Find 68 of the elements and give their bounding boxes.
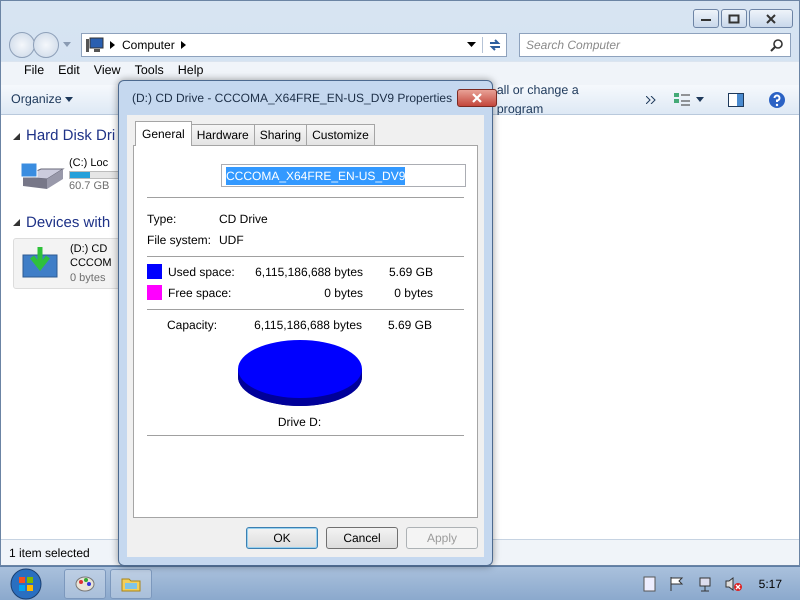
capacity-size: 5.69 GB bbox=[386, 316, 432, 334]
collapse-arrow-icon[interactable] bbox=[13, 219, 20, 226]
computer-icon bbox=[86, 37, 104, 53]
preview-pane-icon[interactable] bbox=[728, 92, 744, 106]
group-header[interactable]: Devices with bbox=[26, 212, 110, 234]
network-icon[interactable] bbox=[696, 576, 713, 592]
flag-icon[interactable] bbox=[668, 576, 685, 592]
tab[interactable]: Sharing bbox=[254, 124, 308, 145]
breadcrumb-arrow-icon[interactable] bbox=[180, 41, 187, 49]
drive-name: (D:) CD bbox=[70, 242, 108, 256]
space-label: Used space: bbox=[168, 264, 236, 280]
breadcrumb-item[interactable]: Computer bbox=[122, 36, 175, 54]
folder-icon bbox=[121, 576, 141, 592]
dialog-title: (D:) CD Drive - CCCOMA_X64FRE_EN-US_DV9 Properties bbox=[132, 90, 452, 107]
maximize-button[interactable] bbox=[721, 9, 747, 28]
group-header[interactable]: Hard Disk Dri bbox=[26, 125, 116, 148]
collapse-arrow-icon[interactable] bbox=[13, 132, 20, 140]
maximize-icon bbox=[728, 14, 740, 24]
toolbar-command[interactable]: all or change a program bbox=[496, 80, 628, 118]
dropdown-arrow-icon[interactable] bbox=[467, 42, 476, 48]
menu-item[interactable]: Tools bbox=[128, 63, 171, 78]
address-bar[interactable]: Computer bbox=[81, 33, 507, 57]
close-icon bbox=[471, 93, 484, 103]
property-label: File system: bbox=[147, 232, 212, 248]
organize-menu[interactable]: Organize bbox=[11, 90, 73, 109]
space-size: 0 bytes bbox=[393, 284, 433, 302]
dropdown-arrow-icon[interactable] bbox=[696, 97, 704, 102]
drive-label: Drive D: bbox=[278, 414, 322, 431]
property-value: UDF bbox=[219, 232, 244, 248]
capacity-bytes: 6,115,186,688 bytes bbox=[253, 316, 362, 334]
help-icon[interactable] bbox=[768, 90, 786, 108]
dialog-button[interactable]: Cancel bbox=[326, 527, 398, 549]
status-text: 1 item selected bbox=[9, 544, 90, 562]
search-field[interactable]: Search Computer bbox=[519, 33, 791, 57]
drive-size: 60.7 GB bbox=[69, 178, 110, 193]
property-value: CD Drive bbox=[219, 210, 268, 228]
drive-name: (C:) Loc bbox=[69, 156, 110, 170]
space-bytes: 6,115,186,688 bytes bbox=[254, 264, 363, 280]
tab[interactable]: Hardware bbox=[190, 124, 255, 145]
menu-item[interactable]: Edit bbox=[51, 63, 87, 78]
palette-icon bbox=[75, 574, 95, 592]
space-label: Free space: bbox=[168, 284, 232, 302]
space-bytes: 0 bytes bbox=[323, 284, 363, 302]
caret-icon bbox=[64, 97, 73, 102]
space-size: 5.69 GB bbox=[388, 264, 433, 280]
tab[interactable]: General bbox=[135, 121, 192, 146]
close-button[interactable] bbox=[749, 9, 793, 28]
search-icon[interactable] bbox=[770, 38, 784, 52]
paint-taskbar-button[interactable] bbox=[64, 568, 106, 598]
muted-speaker-icon[interactable] bbox=[724, 576, 743, 592]
minimize-button[interactable] bbox=[693, 9, 719, 28]
breadcrumb-arrow-icon[interactable] bbox=[110, 41, 116, 49]
more-commands-icon[interactable] bbox=[646, 96, 656, 104]
drive-label: CCCOM bbox=[70, 256, 112, 271]
clock-text[interactable]: 5:17 bbox=[758, 574, 782, 592]
capacity-label: Capacity: bbox=[167, 316, 218, 334]
document-tray-icon[interactable] bbox=[642, 576, 657, 592]
menu-item[interactable]: Help bbox=[170, 63, 210, 78]
refresh-icon[interactable] bbox=[482, 37, 502, 53]
menu-item[interactable]: View bbox=[86, 63, 128, 78]
property-label: Type: bbox=[147, 210, 178, 228]
tab[interactable]: Customize bbox=[306, 124, 375, 145]
dialog-button[interactable]: OK bbox=[246, 527, 318, 549]
close-button[interactable] bbox=[457, 89, 498, 107]
view-options-icon[interactable] bbox=[674, 92, 690, 106]
close-icon bbox=[766, 14, 776, 24]
menu-item[interactable]: File bbox=[17, 63, 52, 78]
drive-size: 0 bytes bbox=[70, 270, 106, 285]
